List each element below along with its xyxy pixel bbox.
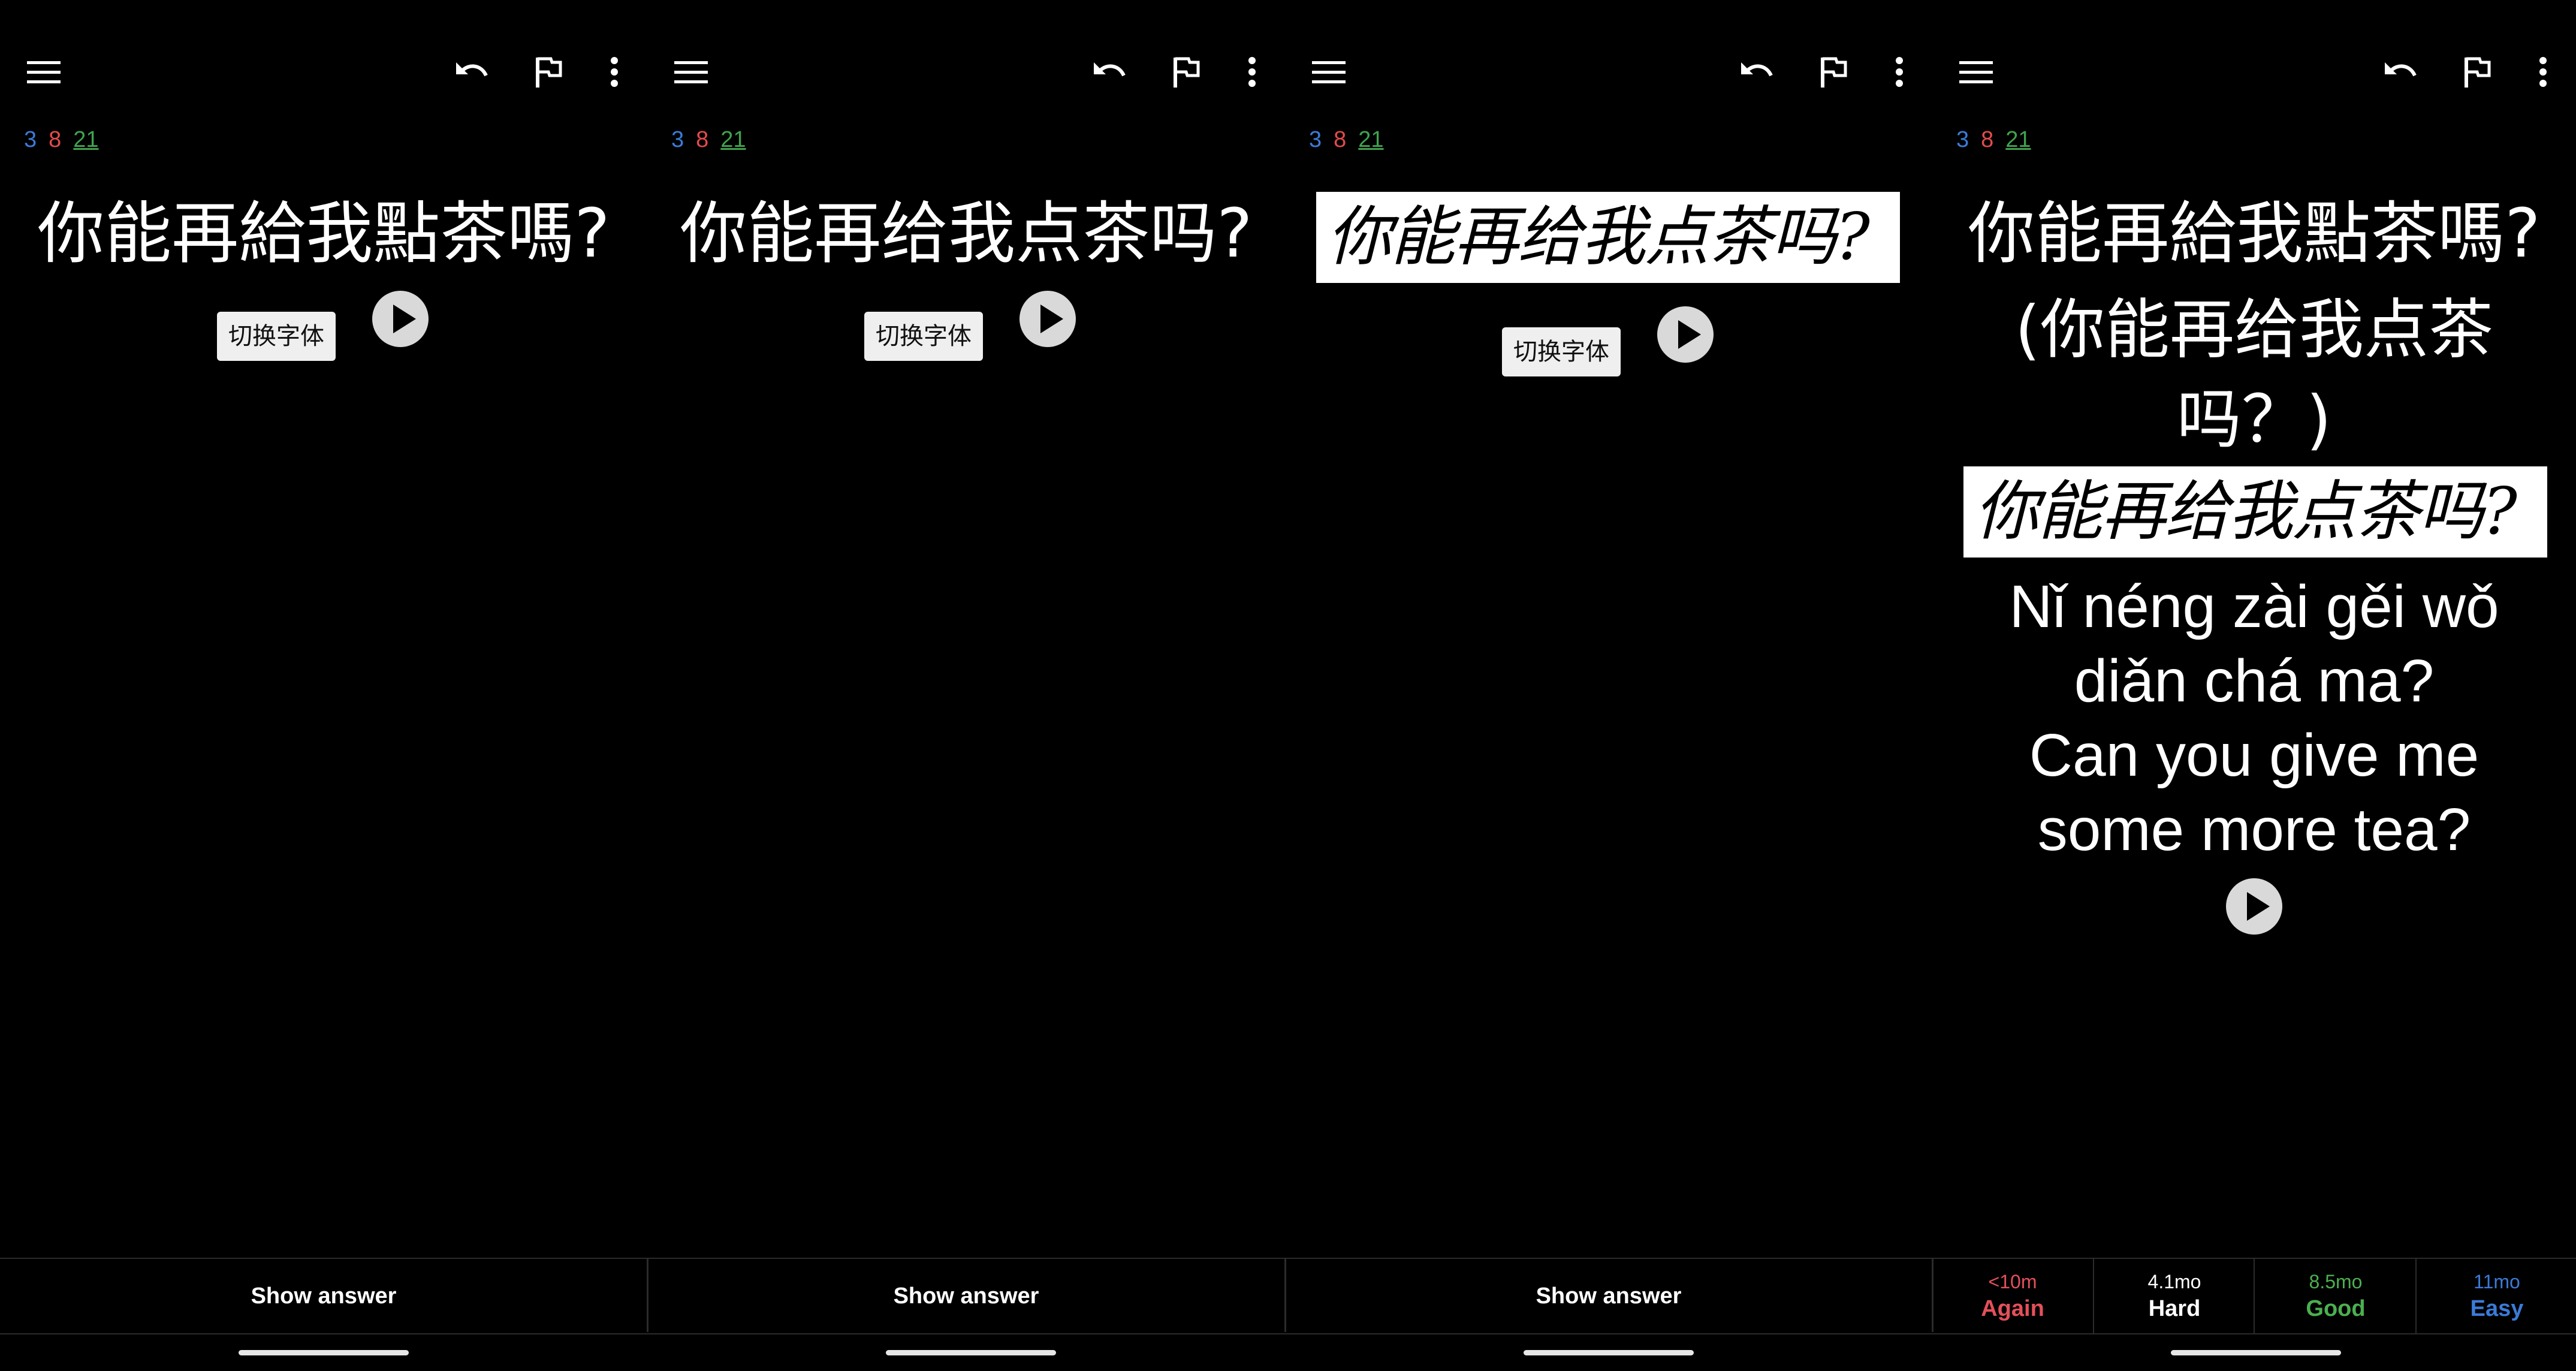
good-button[interactable]: 8.5mo Good	[2254, 1259, 2417, 1333]
show-answer-button[interactable]: Show answer	[0, 1259, 647, 1333]
bottom-bar: Show answer	[0, 1258, 647, 1334]
easy-label: Easy	[2470, 1296, 2524, 1321]
due-count: 21	[73, 127, 99, 152]
simplified-line-2: 吗？)	[2176, 382, 2332, 457]
card-counts: 3 8 21	[1956, 125, 2043, 155]
panel-divider	[647, 1258, 648, 1332]
english-line-1: Can you give me	[2029, 722, 2480, 789]
undo-icon[interactable]	[439, 36, 505, 108]
card-counts: 3 8 21	[671, 125, 758, 155]
play-icon[interactable]	[370, 289, 430, 349]
flag-icon[interactable]	[1153, 36, 1219, 108]
switch-font-button[interactable]: 切换字体	[1502, 327, 1621, 376]
card-counts: 3 8 21	[24, 125, 111, 155]
learning-count: 8	[1981, 127, 1994, 152]
undo-icon[interactable]	[1076, 36, 1142, 108]
menu-icon[interactable]	[1943, 36, 2009, 108]
menu-icon[interactable]	[11, 36, 77, 108]
panel-divider	[1284, 1258, 1286, 1332]
new-count: 3	[24, 127, 37, 152]
due-count: 21	[2005, 127, 2031, 152]
handwriting-image: 你能再给我点茶吗?	[1963, 466, 2547, 558]
show-answer-button[interactable]: Show answer	[1285, 1259, 1932, 1333]
undo-icon[interactable]	[1724, 36, 1790, 108]
answer-buttons-bar: <10m Again 4.1mo Hard 8.5mo Good 11mo Ea…	[1932, 1258, 2576, 1334]
front-text: 你能再給我點茶嗎?	[1968, 195, 2541, 273]
toolbar	[0, 36, 647, 108]
panel-simplified: 3 8 21 你能再给我点茶吗? 切换字体 Show answer	[647, 0, 1285, 1371]
front-text: 你能再给我点茶吗?	[680, 195, 1253, 273]
flag-icon[interactable]	[2444, 36, 2510, 108]
pinyin-line-2: diǎn chá ma?	[2074, 647, 2435, 715]
hard-label: Hard	[2148, 1296, 2201, 1321]
bottom-bar: Show answer	[1285, 1258, 1932, 1334]
play-icon[interactable]	[2224, 876, 2284, 936]
new-count: 3	[1956, 127, 1969, 152]
toolbar	[647, 36, 1285, 108]
home-indicator	[239, 1350, 409, 1355]
bottom-bar: Show answer	[647, 1258, 1285, 1334]
undo-icon[interactable]	[2367, 36, 2433, 108]
easy-interval: 11mo	[2474, 1271, 2520, 1292]
good-interval: 8.5mo	[2309, 1271, 2363, 1292]
front-text: 你能再給我點茶嗎?	[37, 195, 610, 273]
easy-button[interactable]: 11mo Easy	[2415, 1259, 2576, 1333]
flag-icon[interactable]	[515, 36, 581, 108]
english-line-2: some more tea?	[2037, 796, 2471, 863]
switch-font-button[interactable]: 切换字体	[217, 312, 336, 361]
home-indicator	[1524, 1350, 1694, 1355]
again-button[interactable]: <10m Again	[1932, 1259, 2093, 1333]
more-vert-icon[interactable]	[1219, 36, 1285, 108]
handwriting-text: 你能再给我点茶吗?	[1327, 200, 1870, 275]
play-icon[interactable]	[1018, 289, 1078, 349]
more-vert-icon[interactable]	[581, 36, 647, 108]
home-indicator	[2171, 1350, 2341, 1355]
hard-button[interactable]: 4.1mo Hard	[2093, 1259, 2255, 1333]
handwriting-image: 你能再给我点茶吗?	[1316, 192, 1900, 283]
learning-count: 8	[49, 127, 62, 152]
new-count: 3	[1309, 127, 1322, 152]
due-count: 21	[1358, 127, 1384, 152]
hard-interval: 4.1mo	[2147, 1271, 2201, 1292]
good-label: Good	[2306, 1296, 2366, 1321]
pinyin-line-1: Nǐ néng zài gěi wǒ	[2009, 573, 2499, 640]
due-count: 21	[720, 127, 746, 152]
flag-icon[interactable]	[1800, 36, 1866, 108]
menu-icon[interactable]	[658, 36, 724, 108]
show-answer-button[interactable]: Show answer	[647, 1259, 1285, 1333]
new-count: 3	[671, 127, 684, 152]
simplified-line-1: (你能再给我点茶	[2014, 293, 2494, 367]
panel-traditional: 3 8 21 你能再給我點茶嗎? 切换字体 Show answer	[0, 0, 647, 1371]
card-counts: 3 8 21	[1309, 125, 1396, 155]
learning-count: 8	[696, 127, 709, 152]
toolbar	[1932, 36, 2576, 108]
again-interval: <10m	[1988, 1271, 2037, 1292]
again-label: Again	[1981, 1296, 2044, 1321]
switch-font-button[interactable]: 切换字体	[864, 312, 983, 361]
panel-handwriting: 3 8 21 你能再给我点茶吗? 切换字体 Show answer	[1285, 0, 1932, 1371]
toolbar	[1285, 36, 1932, 108]
handwriting-text: 你能再给我点茶吗?	[1974, 474, 2517, 549]
learning-count: 8	[1334, 127, 1347, 152]
more-vert-icon[interactable]	[2510, 36, 2576, 108]
menu-icon[interactable]	[1296, 36, 1362, 108]
play-icon[interactable]	[1655, 305, 1715, 364]
more-vert-icon[interactable]	[1866, 36, 1932, 108]
home-indicator	[886, 1350, 1056, 1355]
panel-answer: 3 8 21 你能再給我點茶嗎? (你能再给我点茶 吗？) 你能再给我点茶吗? Nǐ…	[1932, 0, 2576, 1371]
panel-divider	[1932, 1258, 1933, 1332]
